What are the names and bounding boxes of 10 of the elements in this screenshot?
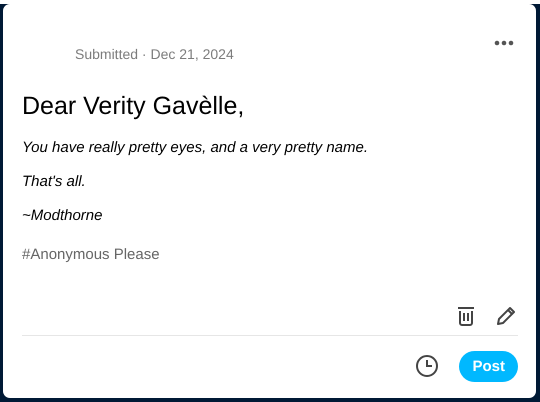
more-icon[interactable] [494,40,514,46]
post-paragraph: That's all. [22,173,87,190]
pencil-icon[interactable] [495,305,517,327]
clock-icon[interactable] [415,354,440,378]
trash-icon[interactable] [455,305,477,327]
post-title: Dear Verity Gavèlle, [22,92,246,121]
post-paragraph: You have really pretty eyes, and a very pretty name. [22,139,370,156]
post-paragraph: ~Modthorne [22,207,104,224]
submission-meta: Submitted · Dec 21, 2024 [75,46,235,62]
post-tag[interactable]: #Anonymous Please [22,246,160,263]
